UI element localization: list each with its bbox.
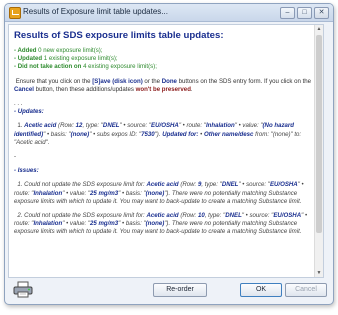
window-controls: – □ ✕ <box>280 7 329 19</box>
i1-substance: Acetic acid <box>146 181 179 189</box>
u-substance: Acetic acid <box>24 122 57 130</box>
i2-type: DNEL <box>225 212 242 220</box>
ensure-cancel: Cancel <box>14 85 34 93</box>
i1-source: EU/OSHA <box>269 181 298 189</box>
summary-updated-label: - Updated <box>14 55 43 63</box>
u-updated-for: Updated for: <box>162 130 199 138</box>
dialog-footer: Re-order OK Cancel <box>5 279 333 304</box>
u-t13: " • basis: " <box>43 130 71 138</box>
reorder-button[interactable]: Re-order <box>153 283 207 297</box>
i2-row: 10 <box>197 212 205 220</box>
ensure-t1: Ensure that you click on the <box>15 77 93 85</box>
vertical-scrollbar[interactable]: ▲ ▼ <box>314 25 323 277</box>
issues-label: - Issues: <box>14 167 318 175</box>
report-panel[interactable]: Results of SDS exposure limits table upd… <box>8 24 324 278</box>
scroll-up-icon[interactable]: ▲ <box>315 25 323 33</box>
i2-t1: 2. Could not update the SDS exposure lim… <box>17 212 147 220</box>
app-icon <box>9 7 21 19</box>
i1-t5: , type: " <box>201 181 222 189</box>
i1-t7: " • source: " <box>238 181 270 189</box>
title-bar[interactable]: Results of Exposure limit table updates.… <box>5 4 333 22</box>
i1-type: DNEL <box>221 181 239 189</box>
issue-item-2: 2. Could not update the SDS exposure lim… <box>14 212 318 237</box>
i1-value: 25 mg/m3 <box>90 189 119 197</box>
summary-noact-text: 4 existing exposure limit(s); <box>81 63 157 71</box>
summary-updated: - Updated 1 existing exposure limit(s); <box>14 55 318 63</box>
i1-t1: 1. Could not update the SDS exposure lim… <box>17 181 147 189</box>
results-dialog: Results of Exposure limit table updates.… <box>4 3 334 305</box>
i2-source: EU/OSHA <box>273 212 302 220</box>
ensure-t7: button, then these additions/updates <box>33 85 136 93</box>
ensure-t5: buttons on the SDS entry form. If you cl… <box>176 77 312 85</box>
i1-t13: " • basis: " <box>118 189 146 197</box>
i2-t7: " • source: " <box>241 212 274 220</box>
summary-noact-label: - Did not take action on <box>14 63 82 71</box>
printer-icon[interactable] <box>13 281 33 298</box>
scroll-thumb[interactable] <box>316 35 322 233</box>
u-basis: (none) <box>70 130 90 138</box>
i2-t5: , type: " <box>204 212 226 220</box>
u-t7: " • source: " <box>119 122 152 130</box>
u-source: EU/OSHA <box>151 122 179 130</box>
u-t5: , type: " <box>82 122 103 130</box>
u-t3: (Row: <box>56 122 76 130</box>
cancel-button[interactable]: Cancel <box>285 283 327 297</box>
i2-t3: (Row: <box>178 212 198 220</box>
ensure-warning: won't be preserved <box>135 85 191 93</box>
ensure-save: [S]ave (disk icon) <box>92 77 143 85</box>
ensure-note: Ensure that you click on the [S]ave (dis… <box>14 78 318 94</box>
ensure-t9: . <box>190 85 193 93</box>
updates-label-text: - Updates: <box>14 108 44 116</box>
summary-added-text: 0 new exposure limit(s); <box>36 47 103 54</box>
updates-label: - Updates: <box>14 108 318 116</box>
report-body: Results of SDS exposure limits table upd… <box>9 25 323 237</box>
i2-substance: Acetic acid <box>146 212 179 220</box>
i1-t3: (Row: <box>178 181 198 189</box>
i2-t13: " • basis: " <box>118 220 146 228</box>
u-route: Inhalation <box>205 122 235 130</box>
dash-line: - <box>14 153 17 161</box>
issues-label-text: - Issues: <box>14 167 39 175</box>
ensure-done: Done <box>161 77 177 85</box>
i1-basis: (none) <box>145 189 165 197</box>
summary-no-action: - Did not take action on 4 existing expo… <box>14 63 318 71</box>
u-t11: " • value: " <box>234 122 263 130</box>
i2-route: Inhalation <box>33 220 63 228</box>
u-type: DNEL <box>102 122 120 130</box>
u-t15: " • subs expos ID: " <box>89 130 142 138</box>
close-button[interactable]: ✕ <box>314 7 329 19</box>
i1-t11: " • value: " <box>62 189 91 197</box>
summary-updated-text: 1 existing exposure limit(s); <box>42 55 118 63</box>
scroll-down-icon[interactable]: ▼ <box>315 269 323 277</box>
update-item-1: 1. Acetic acid (Row: 12, type: "DNEL" • … <box>14 122 318 147</box>
u-t9: " • route: " <box>178 122 206 130</box>
u-field: Other name/desc <box>204 130 254 138</box>
report-heading: Results of SDS exposure limits table upd… <box>14 30 224 41</box>
i2-t11: " • value: " <box>62 220 91 228</box>
i1-route: Inhalation <box>33 189 63 197</box>
i2-value: 25 mg/m3 <box>90 220 119 228</box>
window-title: Results of Exposure limit table updates.… <box>23 7 168 16</box>
ensure-t3: or the <box>142 77 162 85</box>
minimize-button[interactable]: – <box>280 7 295 19</box>
summary-added-label: - Added <box>14 47 37 54</box>
summary-added: - Added 0 new exposure limit(s); <box>14 47 318 55</box>
dots: . . . <box>14 100 23 108</box>
i2-basis: (none) <box>145 220 165 228</box>
u-id: 7530 <box>141 130 155 138</box>
maximize-button[interactable]: □ <box>297 7 312 19</box>
ok-button[interactable]: OK <box>240 283 282 297</box>
issue-item-1: 1. Could not update the SDS exposure lim… <box>14 181 318 206</box>
